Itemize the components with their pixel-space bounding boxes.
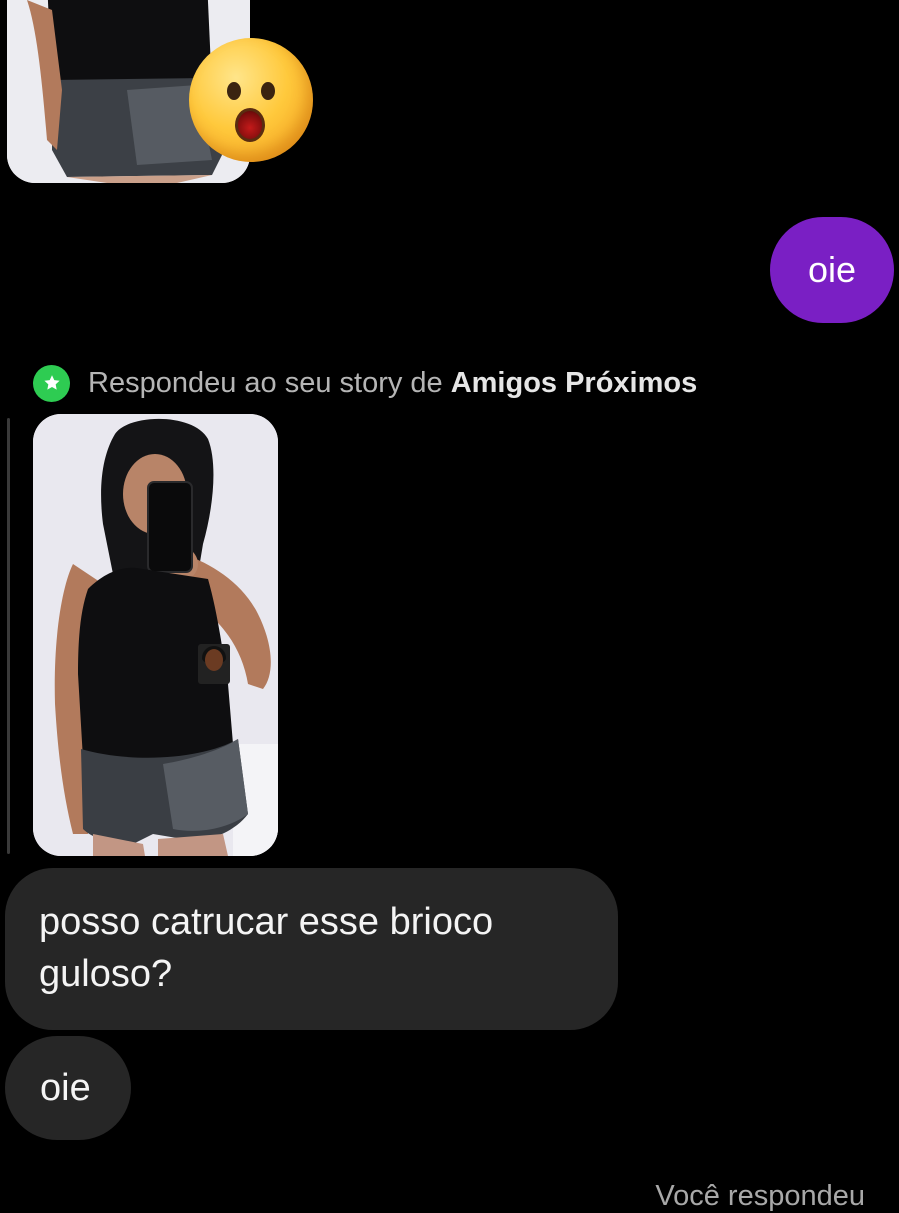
- context-prefix: Respondeu ao seu story de: [88, 366, 443, 399]
- received-message-text: oie: [40, 1067, 91, 1109]
- story-thumbnail[interactable]: [33, 414, 278, 856]
- received-message-text: posso catrucar esse brioco guloso?: [39, 901, 494, 995]
- sticker-face: [205, 649, 223, 671]
- astonished-face-icon: [189, 38, 313, 162]
- emoji-eye: [227, 82, 241, 100]
- story-photo: [33, 414, 278, 856]
- close-friends-star-icon: [33, 364, 70, 402]
- story-reply-context: Respondeu ao seu story de Amigos Próximo…: [33, 362, 697, 404]
- context-audience: Amigos Próximos: [450, 366, 698, 399]
- emoji-mouth: [235, 108, 265, 142]
- emoji-eye: [261, 82, 275, 100]
- sent-message-bubble[interactable]: oie: [770, 217, 894, 323]
- reply-thread-line: [7, 418, 10, 854]
- reply-status-label: Você respondeu: [655, 1180, 865, 1212]
- story-music-sticker: [198, 644, 230, 684]
- sent-message-text: oie: [807, 249, 857, 290]
- received-message-bubble[interactable]: oie: [5, 1036, 131, 1140]
- received-message-bubble[interactable]: posso catrucar esse brioco guloso?: [5, 868, 618, 1030]
